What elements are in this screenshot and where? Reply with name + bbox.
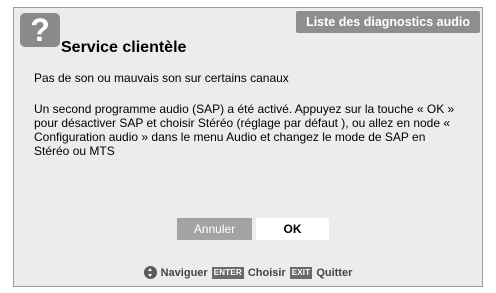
navigate-hint: Naviguer [160,266,208,279]
enter-key-icon: ENTER [211,266,244,279]
diagnostic-dialog: Liste des diagnostics audio ? Service cl… [13,7,483,287]
exit-key-icon: EXIT [289,266,313,279]
cancel-button[interactable]: Annuler [177,218,252,240]
navigation-arrows-icon [143,266,157,279]
issue-text: Pas de son ou mauvais son sur certains c… [34,71,289,85]
diagnostic-message: Un second programme audio (SAP) a été ac… [34,102,455,158]
question-mark-icon: ? [20,13,60,47]
ok-button[interactable]: OK [256,218,329,240]
diagnostics-tab: Liste des diagnostics audio [296,11,480,33]
footer-hints: Naviguer ENTER Choisir EXIT Quitter [14,266,482,279]
quit-hint: Quitter [316,266,353,279]
dialog-title: Service clientèle [61,39,187,56]
choose-hint: Choisir [247,266,286,279]
